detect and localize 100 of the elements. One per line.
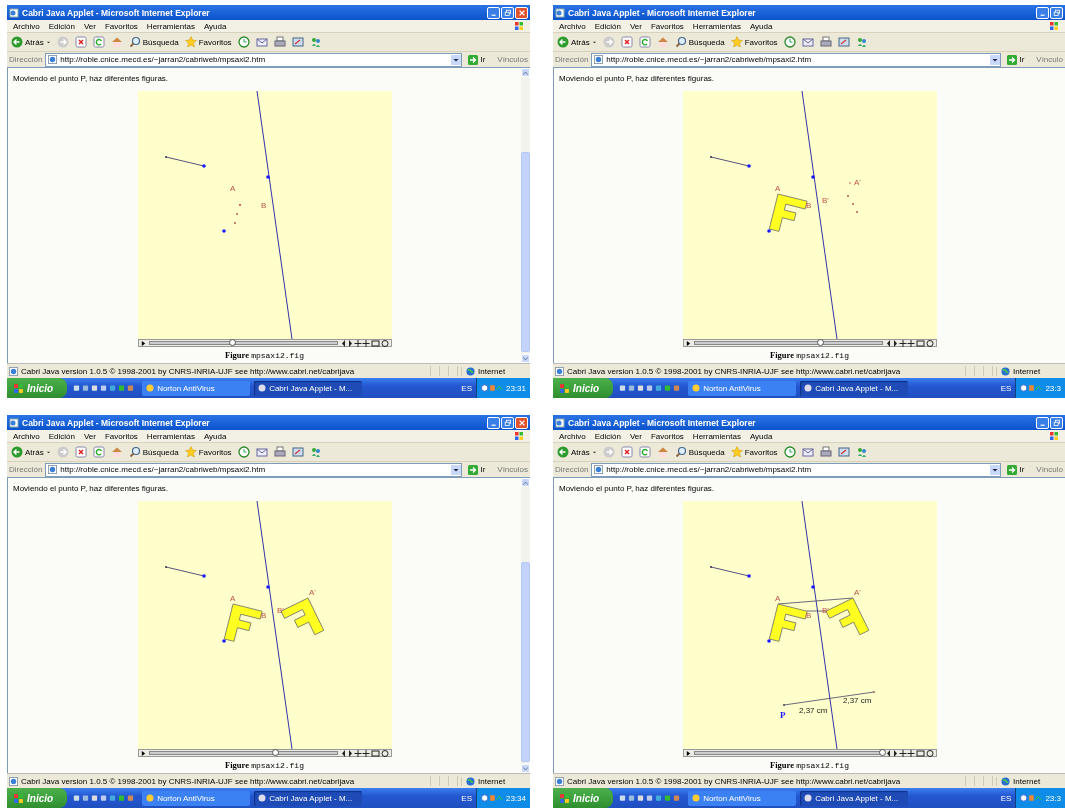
geometry-canvas[interactable]: A B: [137, 91, 392, 339]
scroll-up-icon[interactable]: [523, 70, 528, 75]
applet-tools-icon[interactable]: [340, 339, 389, 347]
geometry-canvas[interactable]: A B A' B': [137, 501, 392, 749]
history-button[interactable]: [782, 445, 797, 459]
edit-button[interactable]: [290, 445, 305, 459]
menu-item[interactable]: Archivo: [559, 431, 586, 441]
favorites-button[interactable]: Favoritos: [729, 445, 779, 459]
line-segment[interactable]: [164, 156, 206, 168]
minimize-button[interactable]: [487, 6, 500, 19]
edit-button[interactable]: [836, 445, 851, 459]
maximize-button[interactable]: [501, 6, 514, 19]
print-button[interactable]: [818, 35, 833, 49]
close-button[interactable]: [515, 416, 528, 429]
menu-item[interactable]: Herramientas: [146, 431, 195, 441]
menu-item[interactable]: Edición: [594, 21, 621, 31]
tray-icons[interactable]: [1020, 794, 1043, 802]
dropdown-icon[interactable]: [990, 54, 1001, 65]
language-indicator[interactable]: ES: [461, 383, 472, 393]
menu-item[interactable]: Edición: [594, 431, 621, 441]
go-button[interactable]: Ir: [1004, 54, 1028, 65]
slider-thumb[interactable]: [878, 749, 886, 756]
menu-item[interactable]: Ver: [629, 21, 642, 31]
back-button[interactable]: Atrás: [10, 445, 52, 459]
taskbar-button[interactable]: Norton AntiVirus: [142, 790, 251, 806]
mail-button[interactable]: [254, 35, 269, 49]
geometry-canvas[interactable]: A B B' A': [682, 91, 937, 339]
applet-tools-icon[interactable]: [340, 749, 389, 757]
history-button[interactable]: [782, 35, 797, 49]
free-point[interactable]: [221, 229, 226, 233]
language-indicator[interactable]: ES: [461, 793, 472, 803]
scroll-down-icon[interactable]: [523, 766, 528, 771]
line-segment[interactable]: [709, 156, 751, 168]
menu-item[interactable]: Edición: [48, 431, 75, 441]
print-button[interactable]: [818, 445, 833, 459]
minimize-button[interactable]: [1036, 416, 1049, 429]
back-button[interactable]: Atrás: [556, 35, 598, 49]
print-button[interactable]: [272, 35, 287, 49]
taskbar-button[interactable]: Norton AntiVirus: [688, 380, 797, 396]
links-label[interactable]: Vínculo: [1036, 465, 1063, 474]
address-field[interactable]: http://roble.cnice.mecd.es/~jarran2/cabriweb/mpsaxi2.htm: [45, 462, 463, 477]
menu-item[interactable]: Favoritos: [650, 431, 684, 441]
slider-thumb[interactable]: [816, 339, 824, 346]
address-field[interactable]: http://roble.cnice.mecd.es/~jarran2/cabriweb/mpsaxi2.htm: [45, 52, 463, 67]
mirror-line[interactable]: [256, 501, 292, 749]
tray-icons[interactable]: [480, 794, 503, 802]
go-button[interactable]: Ir: [465, 54, 489, 65]
mirror-line[interactable]: [256, 91, 292, 339]
applet-tools-icon[interactable]: [885, 749, 934, 757]
menu-item[interactable]: Favoritos: [104, 431, 138, 441]
maximize-button[interactable]: [1050, 6, 1063, 19]
animation-slider[interactable]: [693, 751, 883, 755]
dropdown-icon[interactable]: [990, 464, 1001, 475]
stop-button[interactable]: [73, 35, 88, 49]
go-button[interactable]: Ir: [1004, 464, 1028, 475]
minimize-button[interactable]: [487, 416, 500, 429]
mirror-line[interactable]: [801, 501, 837, 749]
line-point[interactable]: [810, 175, 815, 179]
line-segment[interactable]: [709, 566, 751, 578]
links-label[interactable]: Vínculos: [497, 55, 528, 64]
menu-item[interactable]: Ayuda: [749, 431, 773, 441]
scroll-down-icon[interactable]: [523, 356, 528, 361]
favorites-button[interactable]: Favoritos: [183, 445, 233, 459]
taskbar-button[interactable]: Cabri Java Applet - M...: [254, 790, 363, 806]
links-label[interactable]: Vínculo: [1036, 55, 1063, 64]
line-point[interactable]: [265, 585, 270, 589]
history-button[interactable]: [236, 445, 251, 459]
maximize-button[interactable]: [501, 416, 514, 429]
mail-button[interactable]: [800, 35, 815, 49]
dropdown-icon[interactable]: [451, 54, 462, 65]
line-point[interactable]: [265, 175, 270, 179]
scrollbar[interactable]: [521, 478, 530, 773]
language-indicator[interactable]: ES: [1000, 793, 1012, 803]
stop-button[interactable]: [619, 35, 634, 49]
menu-item[interactable]: Herramientas: [692, 431, 741, 441]
close-button[interactable]: [515, 6, 528, 19]
taskbar-button[interactable]: Cabri Java Applet - M...: [254, 380, 363, 396]
menu-item[interactable]: Favoritos: [650, 21, 684, 31]
mail-button[interactable]: [254, 445, 269, 459]
search-button[interactable]: Búsqueda: [673, 35, 726, 49]
animation-slider[interactable]: [693, 341, 883, 345]
address-field[interactable]: http://roble.cnice.mecd.es/~jarran2/cabriweb/mpsaxi2.htm: [591, 462, 1002, 477]
line-point[interactable]: [810, 585, 815, 589]
tray-icons[interactable]: [480, 384, 503, 392]
refresh-button[interactable]: [91, 445, 106, 459]
animation-slider[interactable]: [148, 341, 338, 345]
dropdown-icon[interactable]: [451, 464, 462, 475]
free-point[interactable]: [766, 639, 771, 643]
search-button[interactable]: Búsqueda: [673, 445, 726, 459]
favorites-button[interactable]: Favoritos: [183, 35, 233, 49]
minimize-button[interactable]: [1036, 6, 1049, 19]
menu-item[interactable]: Ayuda: [203, 21, 227, 31]
menu-item[interactable]: Ver: [83, 431, 96, 441]
stop-button[interactable]: [73, 445, 88, 459]
slider-thumb[interactable]: [271, 749, 279, 756]
refresh-button[interactable]: [91, 35, 106, 49]
free-point[interactable]: [766, 229, 771, 233]
search-button[interactable]: Búsqueda: [127, 35, 180, 49]
menu-item[interactable]: Ayuda: [203, 431, 227, 441]
applet-tools-icon[interactable]: [885, 339, 934, 347]
